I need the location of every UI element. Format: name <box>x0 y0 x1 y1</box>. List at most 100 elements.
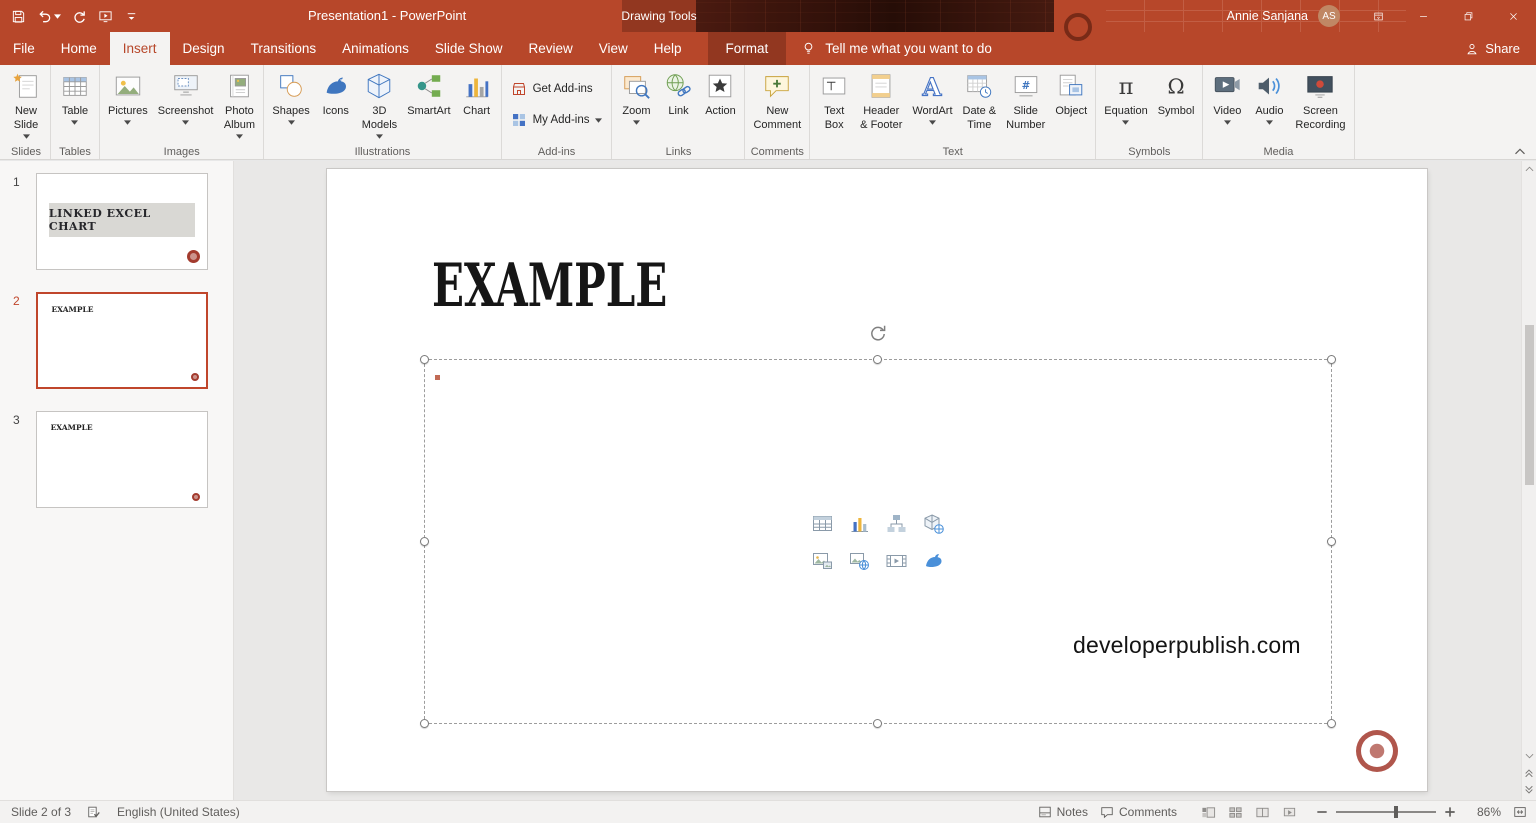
insert-icons-icon[interactable] <box>922 549 946 573</box>
tab-home[interactable]: Home <box>48 32 110 65</box>
proofing-icon[interactable] <box>87 805 101 819</box>
insert-video-icon[interactable] <box>885 549 909 573</box>
comments-button[interactable]: Comments <box>1100 805 1177 819</box>
tell-me-box[interactable]: Tell me what you want to do <box>801 32 992 65</box>
zoom-slider[interactable] <box>1336 806 1436 818</box>
resize-handle-s[interactable] <box>873 719 882 728</box>
ribbon-button-video[interactable]: Video <box>1206 67 1248 126</box>
ribbon-button-link[interactable]: Link <box>657 67 699 118</box>
slide-sorter-view-button[interactable] <box>1222 801 1249 823</box>
zoom-slider-thumb[interactable] <box>1394 806 1398 818</box>
tab-animations[interactable]: Animations <box>329 32 422 65</box>
ribbon-button-shapes[interactable]: Shapes <box>267 67 314 126</box>
ribbon-button-my-add-ins[interactable]: My Add-ins <box>505 109 609 131</box>
insert-online-picture-icon[interactable] <box>848 549 872 573</box>
insert-table-icon[interactable] <box>811 512 835 536</box>
ribbon-tab-row: File Home Insert Design Transitions Animation… <box>0 32 1536 65</box>
fit-slide-to-window-button[interactable] <box>1513 805 1527 819</box>
qat-save-button[interactable] <box>6 3 31 29</box>
ribbon-button-get-add-ins[interactable]: Get Add-ins <box>505 78 599 100</box>
restore-button[interactable] <box>1446 0 1491 32</box>
ribbon-button-slide-number[interactable]: # Slide Number <box>1001 67 1050 132</box>
qat-customize-quick-access-button[interactable] <box>119 3 144 29</box>
slide-title-text[interactable]: EXAMPLE <box>432 251 667 321</box>
ribbon-button-date-time[interactable]: Date & Time <box>958 67 1002 132</box>
tab-help[interactable]: Help <box>641 32 695 65</box>
ribbon-button-photo-album[interactable]: Photo Album <box>218 67 260 140</box>
content-placeholder[interactable]: developerpublish.com <box>420 325 1336 728</box>
minimize-button[interactable] <box>1401 0 1446 32</box>
resize-handle-e[interactable] <box>1327 536 1336 546</box>
ribbon-button-screenshot[interactable]: Screenshot <box>153 67 219 126</box>
ribbon-button-smartart[interactable]: SmartArt <box>402 67 455 118</box>
zoom-in-button[interactable] <box>1443 805 1457 819</box>
ribbon-button-zoom[interactable]: Zoom <box>615 67 657 126</box>
resize-handle-sw[interactable] <box>420 719 429 728</box>
ribbon-button-audio[interactable]: Audio <box>1248 67 1290 126</box>
reading-view-button[interactable] <box>1249 801 1276 823</box>
ribbon-button-action[interactable]: Action <box>699 67 741 118</box>
ribbon-button-new-comment[interactable]: New Comment <box>748 67 806 132</box>
normal-view-button[interactable] <box>1195 801 1222 823</box>
collapse-ribbon-button[interactable] <box>1514 148 1526 155</box>
scrollbar-thumb[interactable] <box>1524 325 1534 485</box>
scroll-down-button[interactable] <box>1524 747 1534 764</box>
slide-editor[interactable]: EXAMPLE developerpublish.com <box>327 169 1427 791</box>
tab-design[interactable]: Design <box>170 32 238 65</box>
ribbon-button-screen-recording[interactable]: Screen Recording <box>1290 67 1350 132</box>
share-button[interactable]: Share <box>1449 32 1536 65</box>
slideshow-view-button[interactable] <box>1276 801 1303 823</box>
insert-picture-icon[interactable] <box>811 549 835 573</box>
ribbon-button-header-footer[interactable]: Header & Footer <box>855 67 907 132</box>
tab-review[interactable]: Review <box>515 32 585 65</box>
button-label: My Add-ins <box>532 114 590 126</box>
user-name[interactable]: Annie Sanjana <box>1227 9 1308 23</box>
ribbon-button-new-slide[interactable]: New Slide <box>5 67 47 140</box>
tab-slide-show[interactable]: Slide Show <box>422 32 516 65</box>
slide-2-thumbnail[interactable]: EXAMPLE <box>36 292 208 389</box>
previous-slide-button[interactable] <box>1524 764 1534 781</box>
slide-3-thumbnail[interactable]: EXAMPLE <box>36 411 208 508</box>
zoom-percentage[interactable]: 86% <box>1469 805 1501 819</box>
qat-undo-button[interactable] <box>32 3 66 29</box>
resize-handle-n[interactable] <box>873 355 882 364</box>
vertical-scrollbar[interactable] <box>1521 161 1536 800</box>
ribbon-button-icons[interactable]: Icons <box>315 67 357 118</box>
insert-3d-model-icon[interactable] <box>922 512 946 536</box>
resize-handle-ne[interactable] <box>1327 355 1336 364</box>
ribbon-button-text-box[interactable]: Text Box <box>813 67 855 132</box>
notes-icon <box>1038 805 1052 819</box>
ribbon-button-symbol[interactable]: Ω Symbol <box>1153 67 1200 118</box>
ribbon-display-options-button[interactable] <box>1356 0 1401 32</box>
ribbon-button-equation[interactable]: π Equation <box>1099 67 1152 126</box>
slide-1-thumbnail[interactable]: LINKED EXCEL CHART <box>36 173 208 270</box>
language-indicator[interactable]: English (United States) <box>117 805 240 819</box>
ribbon-button-3d-models[interactable]: 3D Models <box>357 67 402 140</box>
tab-transitions[interactable]: Transitions <box>238 32 330 65</box>
ribbon-button-object[interactable]: Object <box>1050 67 1092 118</box>
tab-file[interactable]: File <box>0 32 48 65</box>
ribbon-button-chart[interactable]: Chart <box>456 67 498 118</box>
insert-smartart-icon[interactable] <box>885 512 909 536</box>
ribbon-button-pictures[interactable]: Pictures <box>103 67 153 126</box>
user-avatar[interactable]: AS <box>1318 5 1340 27</box>
resize-handle-se[interactable] <box>1327 719 1336 728</box>
ribbon-button-wordart[interactable]: A WordArt <box>907 67 957 126</box>
rotate-handle[interactable] <box>868 324 888 344</box>
next-slide-button[interactable] <box>1524 781 1534 798</box>
tab-insert[interactable]: Insert <box>109 32 170 65</box>
zoom-out-button[interactable] <box>1315 805 1329 819</box>
notes-button[interactable]: Notes <box>1038 805 1088 819</box>
ribbon-button-table[interactable]: Table <box>54 67 96 126</box>
qat-redo-button[interactable] <box>67 3 92 29</box>
slide-canvas[interactable]: EXAMPLE developerpublish.com <box>234 161 1521 800</box>
scroll-up-button[interactable] <box>1522 161 1536 177</box>
close-button[interactable] <box>1491 0 1536 32</box>
qat-start-slideshow-button[interactable] <box>93 3 118 29</box>
resize-handle-w[interactable] <box>420 536 429 546</box>
insert-chart-icon[interactable] <box>848 512 872 536</box>
watermark-text[interactable]: developerpublish.com <box>1073 632 1301 659</box>
resize-handle-nw[interactable] <box>420 355 429 364</box>
tab-view[interactable]: View <box>586 32 641 65</box>
tab-format[interactable]: Format <box>708 32 787 65</box>
